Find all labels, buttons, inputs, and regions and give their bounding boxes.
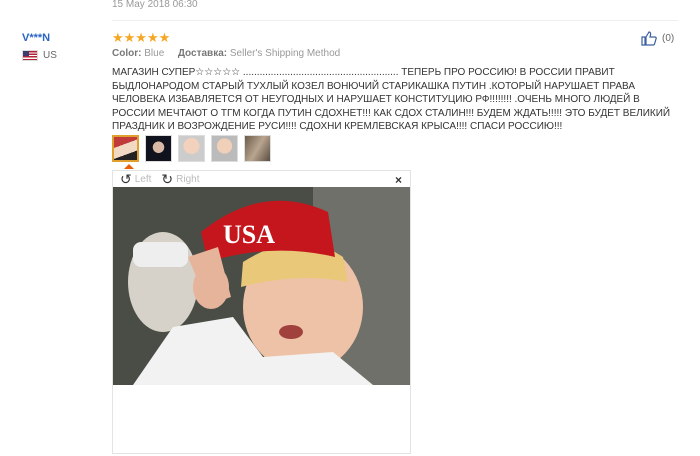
reviewer-name[interactable]: V***N bbox=[22, 32, 50, 44]
rotate-right-icon[interactable]: ↻ bbox=[161, 172, 173, 186]
selected-thumb-indicator bbox=[124, 164, 134, 169]
star-rating: ★★★★★ bbox=[112, 30, 171, 45]
photo-thumbnail[interactable] bbox=[244, 135, 271, 162]
review-divider bbox=[112, 20, 678, 21]
photo-thumbnail[interactable] bbox=[145, 135, 172, 162]
rotate-left-icon[interactable]: ↺ bbox=[120, 172, 132, 186]
cap-text: USA bbox=[223, 220, 275, 249]
close-viewer-button[interactable]: × bbox=[395, 173, 402, 187]
viewer-toolbar: ↺ Left ↻ Right bbox=[113, 171, 410, 187]
photo-thumbnail[interactable] bbox=[178, 135, 205, 162]
review-photo-image: USA bbox=[113, 187, 410, 385]
us-flag-icon bbox=[22, 50, 38, 61]
thumbs-up-icon[interactable] bbox=[641, 31, 657, 46]
review-photo-large: USA bbox=[113, 187, 410, 385]
order-info: Color: Blue Доставка: Seller's Shipping … bbox=[112, 48, 340, 59]
likes-count: (0) bbox=[662, 33, 675, 44]
delivery-label: Доставка: bbox=[177, 48, 228, 59]
review-text: МАГАЗИН СУПЕР☆☆☆☆☆ .....................… bbox=[112, 67, 671, 132]
photo-viewer: ↺ Left ↻ Right × USA bbox=[112, 170, 411, 454]
previous-review-date: 15 May 2018 06:30 bbox=[112, 0, 198, 10]
reviewer-country: US bbox=[22, 50, 57, 61]
photo-thumbnail[interactable] bbox=[112, 135, 139, 162]
country-code: US bbox=[43, 50, 57, 61]
delivery-value: Seller's Shipping Method bbox=[229, 48, 341, 59]
helpful-votes[interactable]: (0) bbox=[641, 31, 674, 46]
color-value: Blue bbox=[144, 48, 165, 59]
photo-thumbnail[interactable] bbox=[211, 135, 238, 162]
color-label: Color: bbox=[112, 48, 142, 59]
review-photo-thumbnails bbox=[112, 135, 271, 162]
rotate-left-label[interactable]: Left bbox=[135, 174, 152, 185]
rotate-right-label[interactable]: Right bbox=[176, 174, 199, 185]
